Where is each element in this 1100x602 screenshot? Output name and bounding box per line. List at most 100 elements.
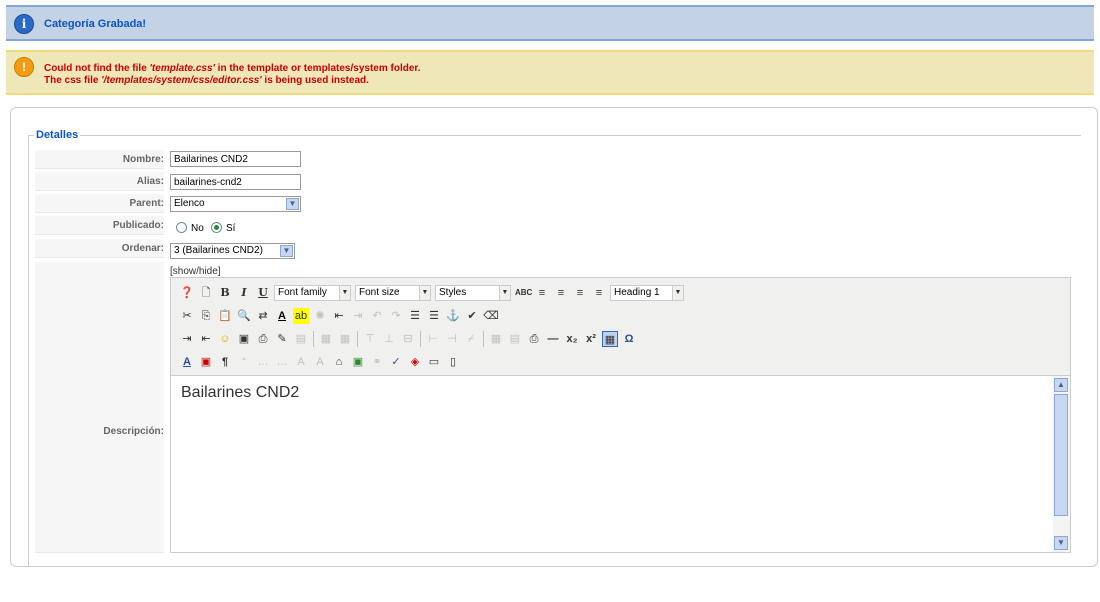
subscript-icon[interactable]: x₂ — [564, 331, 580, 347]
underline-button[interactable]: U — [255, 285, 271, 301]
fullscreen-icon[interactable]: ▭ — [426, 354, 442, 370]
spellchecker-icon[interactable]: ✓ — [388, 354, 404, 370]
delete-row-icon[interactable]: ⊟ — [400, 331, 416, 347]
toolbar-separator — [357, 331, 358, 347]
insert-date-icon[interactable]: ▤ — [293, 331, 309, 347]
edit-icon[interactable]: ✎ — [274, 331, 290, 347]
superscript-icon[interactable]: x² — [583, 331, 599, 347]
toolbar-row-1: ❓ 🗋 B I U Font family ▼ Font size ▼ Styles… — [179, 283, 688, 303]
scroll-up-icon[interactable]: ▲ — [1054, 378, 1068, 392]
italic-button[interactable]: I — [236, 285, 252, 301]
alias-label: Alias: — [35, 172, 164, 191]
find-icon[interactable]: 🔍 — [236, 308, 252, 324]
paragraph-icon[interactable]: ¶ — [217, 354, 233, 370]
del-icon[interactable]: A — [293, 354, 309, 370]
editor-content[interactable]: Bailarines CND2 — [171, 376, 1052, 552]
align-right-icon[interactable]: ≡ — [572, 285, 588, 301]
info-icon: i — [14, 14, 34, 34]
ordered-list-icon[interactable]: ☰ — [407, 308, 423, 324]
parent-select[interactable]: Elenco ▼ — [170, 196, 301, 212]
delete-col-icon[interactable]: ⊣ — [444, 331, 460, 347]
scroll-thumb[interactable] — [1054, 394, 1068, 516]
paste-icon[interactable]: 📋 — [217, 308, 233, 324]
highlight-color-icon[interactable]: ab — [293, 308, 309, 324]
visual-aid-icon[interactable]: ▦ — [602, 331, 618, 347]
warning-message: ! Could not find the file 'template.css'… — [6, 50, 1094, 95]
help-icon[interactable]: ❓ — [179, 285, 195, 301]
editor-scrollbar[interactable]: ▲ ▼ — [1053, 376, 1070, 552]
style-props-icon[interactable]: A — [179, 354, 195, 370]
insert-col-icon[interactable]: ⊢ — [425, 331, 441, 347]
align-center-icon[interactable]: ≡ — [553, 285, 569, 301]
ordenar-select[interactable]: 3 (Bailarines CND2) ▼ — [170, 243, 295, 259]
unordered-list-icon[interactable]: ☰ — [426, 308, 442, 324]
nombre-input[interactable]: Bailarines CND2 — [170, 151, 301, 167]
acronym-icon[interactable]: … — [274, 354, 290, 370]
toolbar-separator — [420, 331, 421, 347]
styles-select[interactable]: Styles ▼ — [435, 285, 511, 301]
publicado-si-radio[interactable] — [211, 222, 222, 233]
warning-icon: ! — [14, 57, 34, 77]
print-icon[interactable]: ⎙ — [526, 331, 542, 347]
cell-props-icon[interactable]: ▦ — [337, 331, 353, 347]
align-justify-icon[interactable]: ≡ — [591, 285, 607, 301]
media-icon[interactable]: ▣ — [236, 331, 252, 347]
parent-label: Parent: — [35, 194, 164, 213]
cite-icon[interactable]: “ — [236, 354, 252, 370]
info-message-text: Categoría Grabada! — [44, 18, 147, 30]
merge-cells-icon[interactable]: ▦ — [488, 331, 504, 347]
cleanup-icon[interactable]: ✔ — [464, 308, 480, 324]
attributes-icon[interactable]: ⌂ — [331, 354, 347, 370]
insert-row-after-icon[interactable]: ⊥ — [381, 331, 397, 347]
new-document-icon[interactable]: 🗋 — [198, 285, 214, 301]
insert-row-before-icon[interactable]: ⊤ — [362, 331, 378, 347]
outdent-icon[interactable]: ⇤ — [331, 308, 347, 324]
rich-text-editor: ❓ 🗋 B I U Font family ▼ Font size ▼ Styles… — [170, 277, 1071, 553]
split-cells-icon[interactable]: ⌿ — [463, 331, 479, 347]
redo-icon[interactable]: ↷ — [388, 308, 404, 324]
alias-input[interactable]: bailarines-cnd2 — [170, 174, 301, 190]
eraser-icon[interactable]: ⌫ — [483, 308, 499, 324]
replace-icon[interactable]: ⇄ — [255, 308, 271, 324]
publicado-label: Publicado: — [35, 216, 164, 235]
preview-icon[interactable]: ⎙ — [255, 331, 271, 347]
bold-button[interactable]: B — [217, 285, 233, 301]
details-legend: Detalles — [34, 129, 81, 141]
undo-icon[interactable]: ↶ — [369, 308, 385, 324]
ltr-icon[interactable]: ⇥ — [179, 331, 195, 347]
abbr-icon[interactable]: … — [255, 354, 271, 370]
chevron-down-icon: ▼ — [286, 198, 299, 210]
toolbar-separator — [483, 331, 484, 347]
showhide-link[interactable]: [show/hide] — [170, 266, 221, 277]
ins-icon[interactable]: A — [312, 354, 328, 370]
text-color-icon[interactable]: A — [274, 308, 290, 324]
publicado-si-label: Sí — [226, 223, 236, 234]
nombre-label: Nombre: — [35, 150, 164, 169]
rtl-icon[interactable]: ⇤ — [198, 331, 214, 347]
insert-layer-icon[interactable]: ▣ — [198, 354, 214, 370]
info-message: i Categoría Grabada! — [6, 5, 1094, 41]
anchor-icon[interactable]: ⚓ — [445, 308, 461, 324]
code-icon[interactable]: ◈ — [407, 354, 423, 370]
align-left-icon[interactable]: ≡ — [534, 285, 550, 301]
emoticon-icon[interactable]: ☺ — [217, 331, 233, 347]
scroll-down-icon[interactable]: ▼ — [1054, 536, 1068, 550]
indent-icon[interactable]: ⇥ — [350, 308, 366, 324]
cut-icon[interactable]: ✂ — [179, 308, 195, 324]
publicado-no-radio[interactable] — [176, 222, 187, 233]
horizontal-rule-icon[interactable]: — — [545, 331, 561, 347]
special-char-icon[interactable]: Ω — [621, 331, 637, 347]
editor-heading[interactable]: Bailarines CND2 — [181, 384, 299, 402]
spellcheck-icon[interactable]: ✺ — [312, 308, 328, 324]
row-props-icon[interactable]: ▤ — [507, 331, 523, 347]
toolbar-row-4: A ▣ ¶ “ … … A A ⌂ ▣ ⚭ ✓ ◈ ▭ ▯ — [179, 352, 464, 372]
image-icon[interactable]: ▣ — [350, 354, 366, 370]
format-select[interactable]: Heading 1 ▼ — [610, 285, 684, 301]
link-icon[interactable]: ⚭ — [369, 354, 385, 370]
strikethrough-icon[interactable]: ABC — [515, 285, 532, 301]
font-family-select[interactable]: Font family ▼ — [274, 285, 351, 301]
table-props-icon[interactable]: ▦ — [318, 331, 334, 347]
template-icon[interactable]: ▯ — [445, 354, 461, 370]
font-size-select[interactable]: Font size ▼ — [355, 285, 431, 301]
copy-icon[interactable]: ⎘ — [198, 308, 214, 324]
